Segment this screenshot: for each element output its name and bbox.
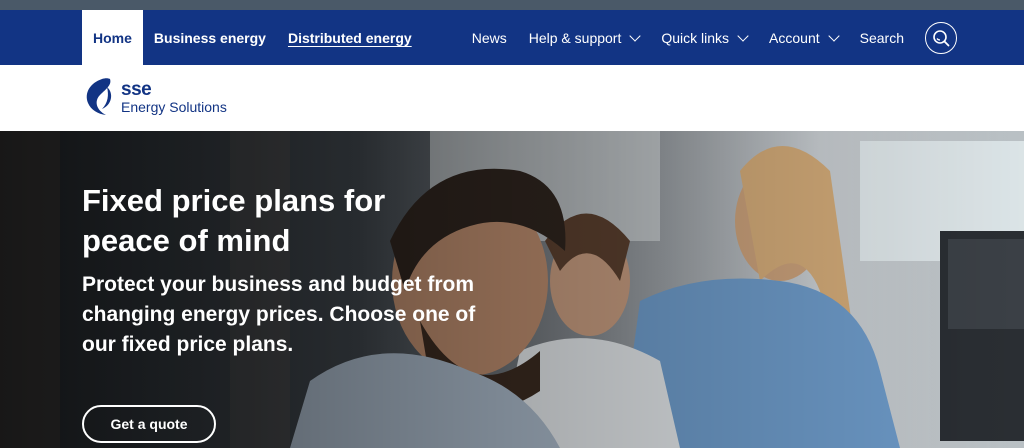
- search-button[interactable]: [925, 22, 957, 54]
- nav-search-label: Search: [859, 29, 904, 46]
- get-a-quote-button[interactable]: Get a quote: [82, 405, 216, 443]
- sse-swirl-logo-icon: [86, 78, 112, 115]
- nav-news-label: News: [471, 29, 507, 46]
- nav-distributed-energy[interactable]: Distributed energy: [277, 10, 423, 65]
- nav-account[interactable]: Account: [769, 29, 840, 46]
- chevron-down-icon: [827, 30, 840, 42]
- nav-account-label: Account: [769, 29, 820, 46]
- nav-quick-links[interactable]: Quick links: [661, 29, 749, 46]
- brand-name: sse: [121, 79, 152, 100]
- brand-header: sse Energy Solutions: [0, 65, 1024, 131]
- hero-banner: Fixed price plans for peace of mind Prot…: [0, 131, 1024, 448]
- brand-logo-link[interactable]: sse Energy Solutions: [82, 77, 227, 117]
- brand-wordmark: sse Energy Solutions: [121, 80, 227, 114]
- nav-help-support[interactable]: Help & support: [528, 29, 642, 46]
- nav-quick-links-label: Quick links: [661, 29, 730, 46]
- nav-help-support-label: Help & support: [528, 29, 622, 46]
- nav-home[interactable]: Home: [82, 10, 143, 65]
- brand-subtitle: Energy Solutions: [121, 99, 227, 115]
- main-navigation: Home Business energy Distributed energy …: [0, 10, 1024, 65]
- hero-title: Fixed price plans for peace of mind: [82, 183, 386, 258]
- search-icon: [933, 30, 950, 47]
- chevron-down-icon: [629, 30, 642, 42]
- chevron-down-icon: [737, 30, 749, 42]
- secondary-nav: News Help & support Quick links Account …: [450, 10, 956, 65]
- hero-subtitle: Protect your business and budget from ch…: [82, 273, 476, 356]
- nav-business-energy[interactable]: Business energy: [143, 10, 277, 65]
- primary-nav: Home Business energy Distributed energy: [82, 10, 423, 65]
- nav-news[interactable]: News: [472, 30, 507, 46]
- nav-search[interactable]: Search: [860, 30, 904, 46]
- browser-top-strip: [0, 0, 1024, 10]
